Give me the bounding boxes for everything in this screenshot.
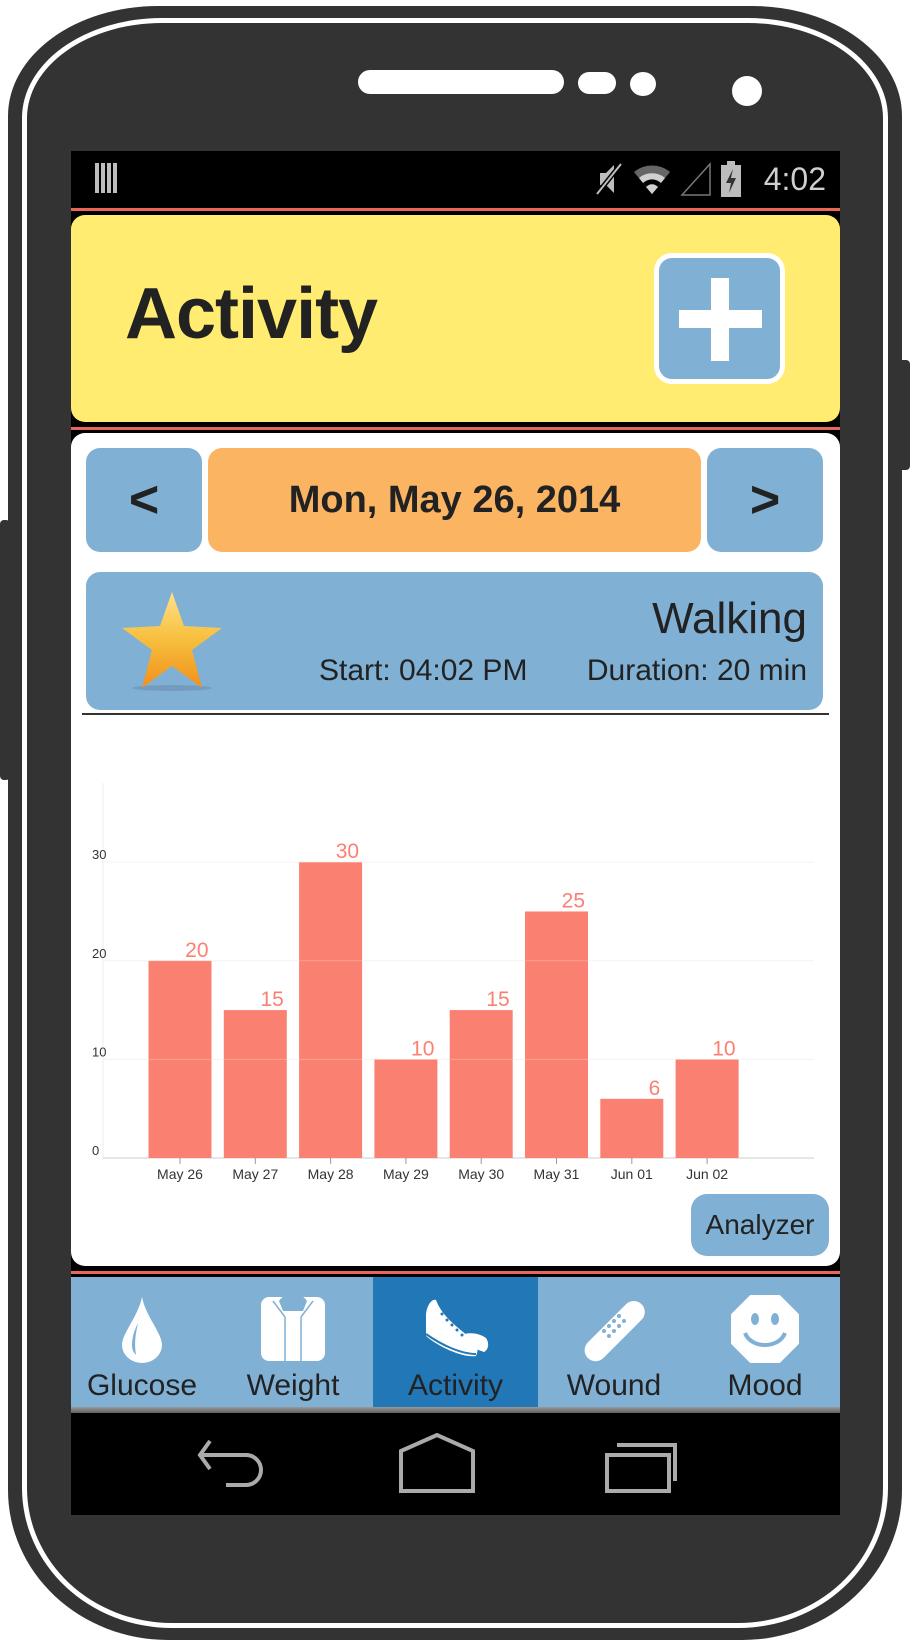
front-camera [732,76,762,106]
bar-value-label: 15 [260,988,283,1011]
page-header: Activity [71,215,840,422]
separator-line [71,427,840,430]
bottom-tab-bar: Glucose Weight Activity Wound Mood [71,1277,840,1413]
tab-label: Mood [727,1369,803,1402]
tab-weight[interactable]: Weight [213,1277,373,1413]
smiley-icon [725,1293,805,1365]
next-day-button[interactable]: > [707,448,823,552]
tab-mood[interactable]: Mood [690,1277,840,1413]
bar [525,911,588,1158]
power-button [898,360,910,470]
tab-glucose[interactable]: Glucose [71,1277,213,1413]
earpiece-speaker [358,70,564,94]
signal-icon [680,162,711,196]
y-tick-label: 30 [92,847,106,862]
chart-svg: 0 10 20 30 20 May 26 15 May 27 30 May 28 10 May 29 1… [92,783,814,1182]
bar [449,1010,513,1158]
x-tick-label: Jun 01 [611,1166,653,1182]
bar [600,1098,664,1158]
tab-activity[interactable]: Activity [373,1277,538,1413]
x-tick-label: May 29 [383,1166,429,1182]
page-title: Activity [125,274,378,354]
notification-bars-icon [95,163,121,193]
sensor [630,72,656,96]
home-icon[interactable] [397,1433,477,1497]
drop-icon [102,1293,182,1365]
sneakers-icon [416,1293,496,1365]
bar-value-label: 6 [649,1077,661,1100]
x-tick-label: May 31 [534,1166,580,1182]
y-tick-label: 20 [92,946,106,961]
duration: Duration: 20 min [586,654,807,687]
start-time: Start: 04:02 PM [319,654,528,687]
status-bar: 4:02 [71,151,840,208]
activity-name: Walking [652,594,807,643]
bar-value-label: 10 [712,1037,735,1060]
bar-value-label: 20 [185,939,208,962]
bar [374,1059,438,1158]
content-card: < Mon, May 26, 2014 > Walking Start: 04:… [71,433,840,1266]
analyzer-button[interactable]: Analyzer [691,1194,829,1256]
bar-value-label: 30 [336,840,359,863]
x-tick-label: May 26 [157,1166,203,1182]
activity-entry[interactable]: Walking Start: 04:02 PM Duration: 20 min [86,572,823,710]
tab-label: Wound [566,1369,662,1402]
bar-value-label: 15 [486,988,509,1011]
bar [675,1059,739,1158]
volume-button [0,520,10,780]
y-tick-label: 0 [92,1143,99,1158]
tab-label: Activity [407,1369,503,1402]
previous-day-button[interactable]: < [86,448,202,552]
add-activity-button[interactable] [654,253,785,384]
tab-label: Weight [246,1369,340,1402]
bar-value-label: 25 [562,889,585,912]
battery-charging-icon [721,161,741,197]
x-tick-label: May 30 [458,1166,504,1182]
bar [299,862,363,1158]
mute-icon [595,162,623,196]
tab-wound[interactable]: Wound [538,1277,690,1413]
back-icon[interactable] [194,1433,280,1497]
system-navigation-bar [71,1413,840,1515]
divider [82,713,829,715]
date-picker-button[interactable]: Mon, May 26, 2014 [208,448,701,552]
activity-bar-chart: 0 10 20 30 20 May 26 15 May 27 30 May 28 10 May 29 1… [71,723,840,1213]
bar [223,1010,287,1158]
screen: 4:02 Activity < Mon, May 26, 2014 > Walk… [71,151,840,1515]
star-icon [122,592,222,691]
bar-value-label: 10 [411,1037,434,1060]
bandage-icon [574,1293,654,1365]
recent-apps-icon[interactable] [603,1433,679,1497]
wifi-icon [634,165,670,194]
clock: 4:02 [763,161,826,197]
scale-icon [253,1293,333,1365]
separator-line [71,208,840,211]
separator-line [71,1271,840,1274]
x-tick-label: May 27 [232,1166,278,1182]
sensor [578,72,616,94]
x-tick-label: May 28 [308,1166,354,1182]
tab-label: Glucose [86,1369,198,1402]
y-tick-label: 10 [92,1044,106,1059]
x-tick-label: Jun 02 [686,1166,728,1182]
